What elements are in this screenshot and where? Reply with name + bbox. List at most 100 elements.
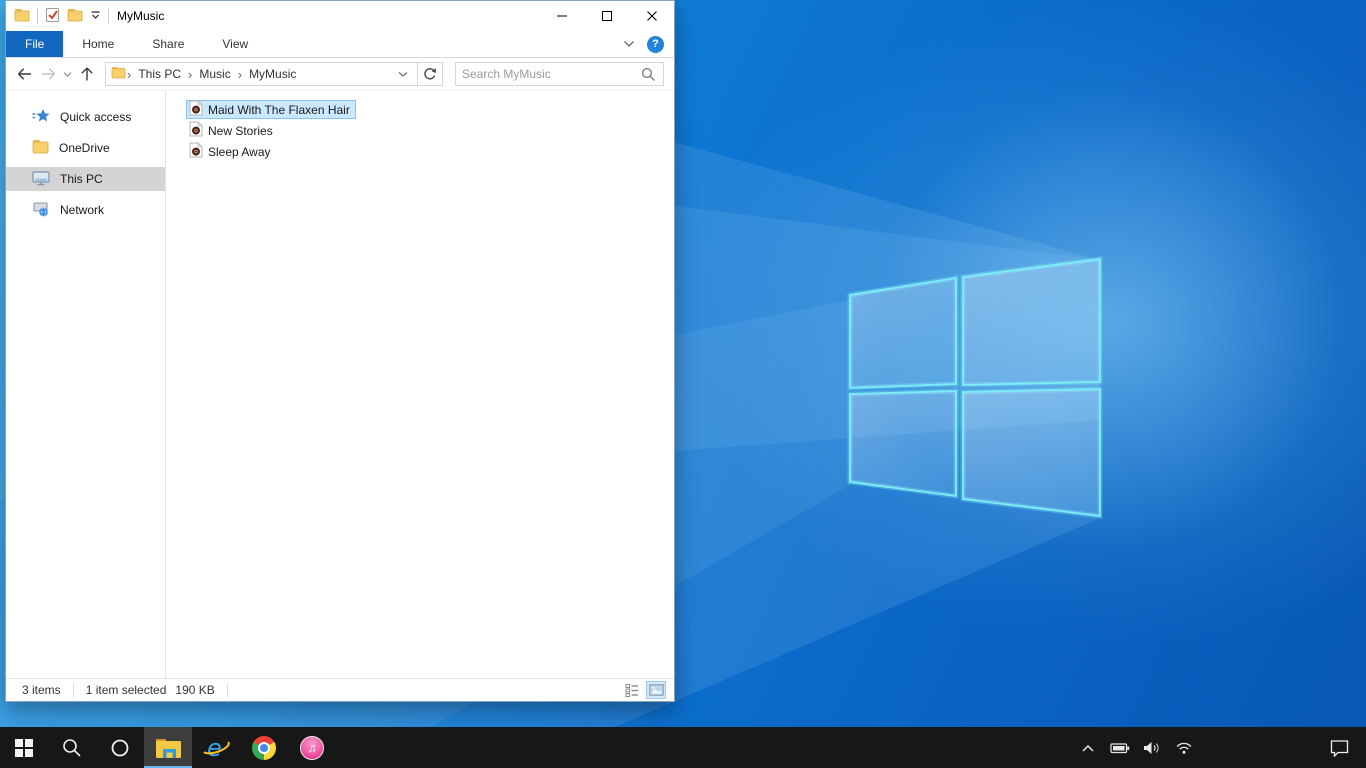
tab-view[interactable]: View: [203, 31, 267, 57]
quick-access-star-icon: [32, 108, 50, 126]
customize-qat-icon[interactable]: [90, 9, 101, 23]
action-center-button[interactable]: [1316, 727, 1362, 768]
magnifier-icon: [63, 738, 81, 757]
selection-size: 190 KB: [175, 683, 215, 697]
wifi-tray-button[interactable]: [1172, 727, 1196, 768]
window-title: MyMusic: [117, 9, 165, 23]
view-toggle-buttons: [622, 681, 666, 699]
sidebar-item-this-pc[interactable]: This PC: [6, 167, 165, 191]
tab-home[interactable]: Home: [63, 31, 133, 57]
audio-file-icon: [189, 121, 203, 140]
itunes-button[interactable]: ♫: [288, 727, 336, 768]
file-list: Maid With The Flaxen Hair New Stories Sl…: [166, 91, 674, 678]
speaker-icon: [1143, 741, 1159, 754]
breadcrumb-music[interactable]: Music: [193, 67, 236, 81]
battery-icon: [1110, 742, 1130, 753]
sidebar-item-label: Quick access: [60, 110, 132, 124]
selection-summary: 1 item selected: [85, 683, 167, 697]
file-item[interactable]: New Stories: [186, 121, 279, 140]
tab-share[interactable]: Share: [133, 31, 203, 57]
svg-text:e: e: [207, 735, 222, 761]
thumbnails-view-button[interactable]: [646, 681, 666, 699]
status-separator: [72, 683, 74, 697]
circle-icon: [111, 739, 129, 756]
caption-buttons: [539, 1, 674, 31]
cortana-button[interactable]: [96, 727, 144, 768]
itunes-note-glyph: ♫: [307, 740, 317, 755]
ie-icon: e: [203, 735, 230, 761]
folder-icon: [155, 738, 181, 758]
address-folder-icon: [111, 66, 126, 82]
ribbon-tab-bar: File Home Share View ?: [6, 31, 674, 58]
tab-file[interactable]: File: [6, 31, 64, 57]
refresh-button[interactable]: [417, 63, 442, 85]
explorer-window: MyMusic File Home Share View ? › This PC…: [5, 0, 675, 702]
start-button[interactable]: [0, 727, 48, 768]
search-box: [455, 62, 664, 86]
status-separator: [226, 683, 228, 697]
back-button[interactable]: [12, 62, 36, 86]
this-pc-monitor-icon: [32, 170, 50, 189]
close-icon: [646, 11, 657, 21]
music-note-icon: ♫: [300, 735, 324, 760]
sidebar-item-label: OneDrive: [59, 141, 110, 155]
maximize-button[interactable]: [584, 1, 629, 31]
chrome-button[interactable]: [240, 727, 288, 768]
properties-qat-icon[interactable]: [45, 7, 60, 26]
new-folder-qat-icon[interactable]: [67, 8, 83, 25]
battery-tray-button[interactable]: [1108, 727, 1132, 768]
internet-explorer-button[interactable]: e: [192, 727, 240, 768]
quick-access-toolbar: [14, 7, 109, 26]
address-bar[interactable]: › This PC › Music › MyMusic: [105, 62, 443, 86]
onedrive-folder-icon: [32, 139, 49, 157]
search-input[interactable]: [456, 63, 634, 85]
close-button[interactable]: [629, 1, 674, 31]
titlebar-separator: [108, 8, 109, 24]
wifi-icon: [1176, 742, 1192, 754]
thumbnails-view-icon: [648, 684, 664, 696]
sidebar-item-network[interactable]: Network: [6, 198, 165, 222]
file-name: Sleep Away: [208, 144, 271, 159]
network-icon: [32, 201, 50, 220]
search-icon[interactable]: [634, 67, 663, 82]
file-name: New Stories: [208, 123, 273, 138]
chrome-icon: [252, 735, 276, 760]
taskbar-search-button[interactable]: [48, 727, 96, 768]
sidebar-item-label: This PC: [60, 172, 103, 186]
ribbon-right-controls: ?: [623, 31, 674, 57]
taskbar-file-explorer-button[interactable]: [144, 727, 192, 768]
volume-tray-button[interactable]: [1140, 727, 1164, 768]
details-view-button[interactable]: [622, 681, 642, 699]
taskbar: e ♫: [0, 727, 1366, 768]
audio-file-icon: [189, 142, 203, 161]
explorer-window-icon: [14, 8, 30, 25]
address-dropdown-chevron-icon[interactable]: [393, 71, 413, 78]
forward-button[interactable]: [36, 62, 60, 86]
chevron-down-icon: [63, 71, 72, 77]
sidebar-item-label: Network: [60, 203, 105, 217]
sidebar-item-quick-access[interactable]: Quick access: [6, 105, 165, 129]
address-bar-row: › This PC › Music › MyMusic: [6, 58, 674, 91]
breadcrumb: › This PC › Music › MyMusic: [106, 63, 417, 85]
up-button[interactable]: [75, 62, 99, 86]
items-count: 3 items: [22, 683, 61, 697]
minimize-button[interactable]: [539, 1, 584, 31]
refresh-icon: [424, 68, 436, 80]
expand-ribbon-chevron-icon[interactable]: [623, 37, 635, 51]
window-body: Quick access OneDrive This PC Network Ma…: [6, 91, 674, 678]
sidebar-item-onedrive[interactable]: OneDrive: [6, 136, 165, 160]
file-name: Maid With The Flaxen Hair: [208, 102, 350, 117]
file-item[interactable]: Sleep Away: [186, 142, 277, 161]
chevron-up-icon: [1082, 744, 1094, 752]
breadcrumb-mymusic[interactable]: MyMusic: [243, 67, 302, 81]
help-icon[interactable]: ?: [647, 35, 664, 53]
recent-locations-button[interactable]: [60, 62, 75, 86]
audio-file-icon: [189, 100, 203, 119]
back-arrow-icon: [17, 68, 31, 80]
minimize-icon: [556, 15, 567, 17]
status-bar: 3 items 1 item selected 190 KB: [6, 678, 674, 701]
file-item[interactable]: Maid With The Flaxen Hair: [186, 100, 356, 119]
show-hidden-icons-button[interactable]: [1076, 727, 1100, 768]
up-arrow-icon: [81, 67, 93, 81]
breadcrumb-this-pc[interactable]: This PC: [132, 67, 187, 81]
